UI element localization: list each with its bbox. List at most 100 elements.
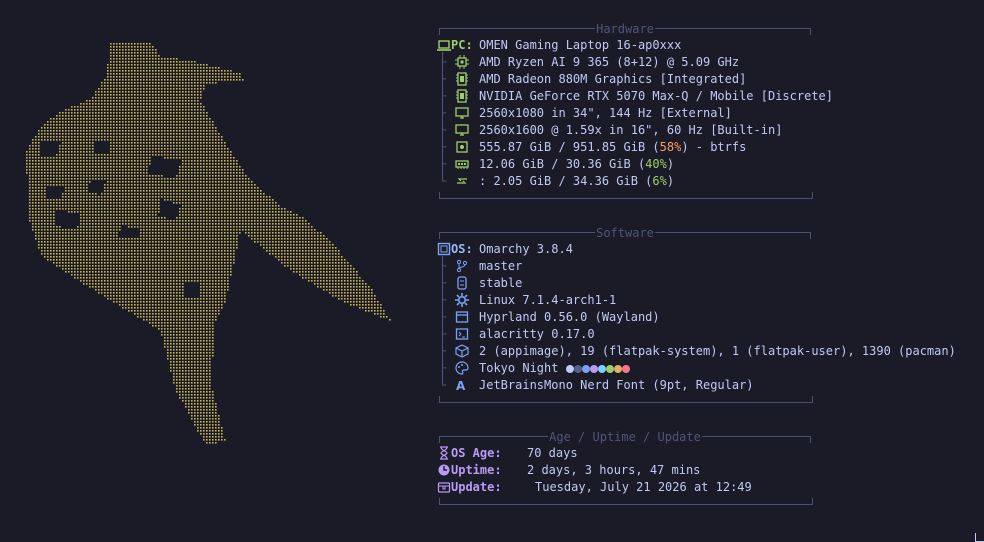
ascii-art-dot	[329, 274, 331, 276]
ascii-art-dot	[41, 241, 43, 243]
ascii-art-dot	[152, 70, 154, 72]
ascii-art-dot	[233, 196, 235, 198]
ascii-art-dot	[227, 190, 229, 192]
ascii-art-dot	[215, 229, 217, 231]
ascii-art-dot	[98, 256, 100, 258]
ascii-art-dot	[257, 238, 259, 240]
ascii-art-dot	[218, 220, 220, 222]
ascii-art-dot	[179, 214, 181, 216]
ascii-art-dot	[44, 214, 46, 216]
ascii-art-dot	[155, 220, 157, 222]
ascii-art-dot	[296, 220, 298, 222]
ascii-art-dot	[122, 265, 124, 267]
ascii-art-dot	[131, 211, 133, 213]
ascii-art-dot	[287, 250, 289, 252]
ascii-art-dot	[164, 238, 166, 240]
ascii-art-dot	[89, 241, 91, 243]
ascii-art-dot	[182, 268, 184, 270]
ascii-art-dot	[218, 256, 220, 258]
ascii-art-dot	[122, 208, 124, 210]
ascii-art-dot	[128, 283, 130, 285]
ascii-art-dot	[122, 76, 124, 78]
ascii-art-dot	[128, 88, 130, 90]
ascii-art-dot	[104, 220, 106, 222]
ascii-art-dot	[128, 145, 130, 147]
ascii-art-dot	[116, 226, 118, 228]
ascii-art-dot	[230, 199, 232, 201]
ascii-art-dot	[179, 250, 181, 252]
ascii-art-dot	[320, 277, 322, 279]
ascii-art-dot	[143, 223, 145, 225]
ascii-art-dot	[182, 280, 184, 282]
ascii-art-dot	[80, 136, 82, 138]
ascii-art-dot	[116, 274, 118, 276]
ascii-art-dot	[83, 217, 85, 219]
ascii-art-dot	[80, 109, 82, 111]
ascii-art-dot	[200, 175, 202, 177]
ascii-art-dot	[200, 205, 202, 207]
ascii-art-dot	[38, 205, 40, 207]
ascii-art-dot	[65, 139, 67, 141]
ascii-art-dot	[176, 175, 178, 177]
ascii-art-dot	[92, 271, 94, 273]
ascii-art-dot	[332, 259, 334, 261]
ascii-art-dot	[191, 76, 193, 78]
ascii-art-dot	[149, 160, 151, 162]
ascii-art-dot	[173, 193, 175, 195]
ascii-art-dot	[164, 91, 166, 93]
ascii-art-dot	[110, 151, 112, 153]
ascii-art-dot	[110, 187, 112, 189]
ascii-art-dot	[125, 208, 127, 210]
ascii-art-dot	[224, 217, 226, 219]
ascii-art-dot	[116, 277, 118, 279]
ascii-art-dot	[116, 232, 118, 234]
ascii-art-dot	[176, 118, 178, 120]
ascii-art-dot	[215, 205, 217, 207]
ascii-art-dot	[41, 133, 43, 135]
ascii-art-dot	[188, 160, 190, 162]
ascii-art-dot	[266, 211, 268, 213]
ascii-art-dot	[251, 184, 253, 186]
ascii-art-dot	[98, 205, 100, 207]
ascii-art-dot	[290, 250, 292, 252]
ascii-art-dot	[164, 82, 166, 84]
ascii-art-dot	[110, 112, 112, 114]
ascii-art-dot	[167, 142, 169, 144]
ascii-art-dot	[227, 193, 229, 195]
ascii-art-dot	[104, 235, 106, 237]
ascii-art-dot	[227, 184, 229, 186]
ascii-art-dot	[149, 238, 151, 240]
ascii-art-dot	[83, 271, 85, 273]
ascii-art-dot	[113, 61, 115, 63]
ascii-art-dot	[176, 256, 178, 258]
ascii-art-dot	[140, 196, 142, 198]
ascii-art-dot	[143, 76, 145, 78]
ascii-art-dot	[137, 145, 139, 147]
ascii-art-dot	[128, 49, 130, 51]
ascii-art-dot	[41, 211, 43, 213]
ascii-art-dot	[206, 208, 208, 210]
ascii-art-dot	[128, 76, 130, 78]
ascii-art-dot	[122, 67, 124, 69]
ascii-art-dot	[215, 178, 217, 180]
ascii-art-dot	[65, 232, 67, 234]
ascii-art-dot	[92, 106, 94, 108]
ascii-art-dot	[137, 280, 139, 282]
ascii-art-dot	[218, 199, 220, 201]
ascii-art-dot	[77, 253, 79, 255]
ascii-art-dot	[95, 253, 97, 255]
ascii-art-dot	[155, 58, 157, 60]
ascii-art-dot	[173, 262, 175, 264]
ascii-art-dot	[140, 277, 142, 279]
ascii-art-dot	[191, 109, 193, 111]
ascii-art-dot	[269, 238, 271, 240]
ascii-art-dot	[179, 136, 181, 138]
ascii-art-dot	[173, 115, 175, 117]
ascii-art-dot	[326, 271, 328, 273]
ascii-art-dot	[323, 256, 325, 258]
ascii-art-dot	[176, 130, 178, 132]
ascii-art-dot	[317, 277, 319, 279]
ascii-art-dot	[83, 154, 85, 156]
ascii-art-dot	[92, 247, 94, 249]
ascii-art-dot	[143, 94, 145, 96]
